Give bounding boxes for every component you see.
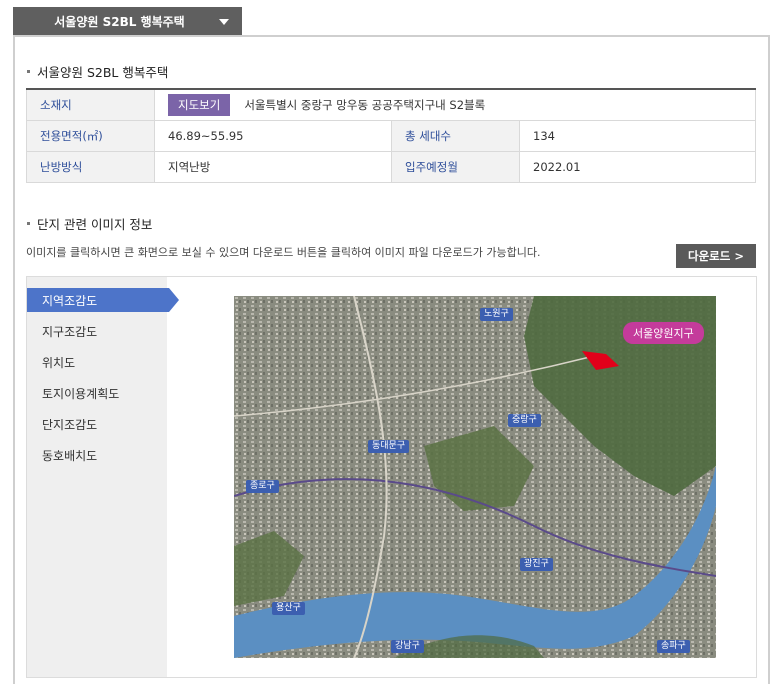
- section-title-images: 단지 관련 이미지 정보: [27, 214, 152, 233]
- map-label: 송파구: [657, 640, 690, 653]
- move-in-label: 입주예정월: [391, 150, 520, 183]
- image-menu: 지역조감도 지구조감도 위치도 토지이용계획도 단지조감도 동호배치도: [27, 277, 179, 677]
- complex-info-table: 소재지 지도보기 서울특별시 중랑구 망우동 공공주택지구내 S2블록 전용면적(…: [26, 88, 756, 183]
- complex-select-label: 서울양원 S2BL 행복주택: [54, 14, 185, 29]
- image-menu-item-layout[interactable]: 동호배치도: [27, 443, 167, 467]
- location-label: 소재지: [26, 88, 155, 121]
- image-viewer: 지역조감도 지구조감도 위치도 토지이용계획도 단지조감도 동호배치도 서울양원…: [26, 276, 757, 678]
- map-label: 용산구: [272, 602, 305, 615]
- image-menu-item-district[interactable]: 지구조감도: [27, 319, 167, 343]
- complex-select-tab[interactable]: 서울양원 S2BL 행복주택: [13, 7, 242, 35]
- move-in-value: 2022.01: [519, 150, 756, 183]
- area-value: 46.89~55.95: [154, 119, 392, 152]
- units-label: 총 세대수: [391, 119, 520, 152]
- heating-value: 지역난방: [154, 150, 392, 183]
- map-label: 노원구: [480, 308, 513, 321]
- location-value: 서울특별시 중랑구 망우동 공공주택지구내 S2블록: [244, 97, 486, 112]
- chevron-down-icon[interactable]: [219, 19, 229, 25]
- section-title-text: 서울양원 S2BL 행복주택: [37, 65, 169, 80]
- location-cell: 지도보기 서울특별시 중랑구 망우동 공공주택지구내 S2블록: [154, 88, 756, 121]
- map-label: 중랑구: [508, 414, 541, 427]
- image-description: 이미지를 클릭하시면 큰 화면으로 보실 수 있으며 다운로드 버튼을 클릭하여…: [26, 246, 541, 259]
- image-menu-item-location[interactable]: 위치도: [27, 350, 167, 374]
- map-label: 강남구: [391, 640, 424, 653]
- area-label: 전용면적(㎡): [26, 119, 155, 152]
- section-title-text: 단지 관련 이미지 정보: [37, 217, 153, 232]
- image-menu-item-complex[interactable]: 단지조감도: [27, 412, 167, 436]
- map-view-button[interactable]: 지도보기: [168, 93, 231, 116]
- units-value: 134: [519, 119, 756, 152]
- heating-label: 난방방식: [26, 150, 155, 183]
- aerial-map-drawing: [234, 296, 716, 658]
- bullet-icon: [27, 70, 30, 73]
- map-label: 광진구: [520, 558, 553, 571]
- section-title-complex: 서울양원 S2BL 행복주택: [27, 62, 168, 81]
- bullet-icon: [27, 222, 30, 225]
- map-label: 종로구: [246, 480, 279, 493]
- project-site-callout: 서울양원지구: [623, 322, 704, 344]
- download-button[interactable]: 다운로드 >: [676, 244, 756, 268]
- image-menu-item-land-use[interactable]: 토지이용계획도: [27, 381, 167, 405]
- aerial-map-image[interactable]: 서울양원지구 노원구 중랑구 동대문구 종로구 광진구 용산구 강남구 송파구: [234, 296, 716, 658]
- image-menu-item-region[interactable]: 지역조감도: [27, 288, 179, 312]
- map-label: 동대문구: [368, 440, 410, 453]
